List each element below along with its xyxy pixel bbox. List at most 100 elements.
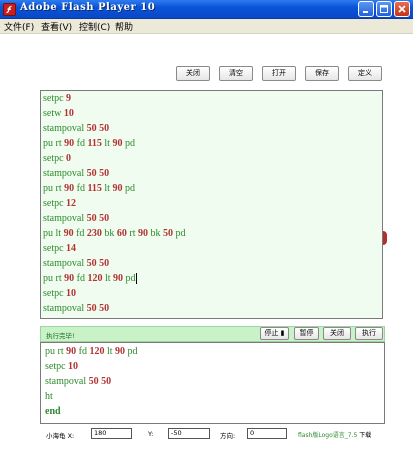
code-command: stampoval — [45, 376, 89, 387]
flash-app-icon — [3, 3, 16, 16]
minimize-icon — [363, 11, 368, 13]
code-command: pd — [122, 138, 135, 149]
code-line: setw 10 — [43, 107, 74, 121]
code-command: ht — [45, 391, 53, 402]
code-number: 90 — [112, 183, 123, 194]
code-number: 10 — [63, 108, 74, 119]
define-button[interactable]: 定义 — [348, 66, 382, 81]
code-command: pd — [125, 346, 138, 357]
maximize-button[interactable] — [376, 1, 392, 17]
menu-help[interactable]: 帮助 — [115, 20, 133, 33]
code-number: 120 — [89, 346, 105, 357]
code-command: rt — [126, 228, 139, 239]
direction-label: 方向: — [220, 432, 236, 440]
code-line: stampoval 50 50 — [43, 167, 109, 181]
menu-file[interactable]: 文件(F) — [4, 20, 34, 33]
code-number: 115 — [87, 138, 102, 149]
code-command: setpc — [43, 198, 67, 209]
code-number: 50 50 — [86, 213, 110, 224]
code-command: pu rt — [45, 346, 67, 357]
menu-bar: 文件(F) 查看(V) 控制(C) 帮助 — [0, 19, 413, 34]
code-command: pu rt — [43, 273, 65, 284]
code-line: setpc 10 — [45, 360, 78, 374]
code-command: pd — [173, 228, 186, 239]
code-number: 0 — [66, 153, 72, 164]
code-line: pu rt 90 fd 120 lt 90 pd — [45, 345, 138, 359]
x-field[interactable]: 180 — [91, 428, 132, 439]
code-command: bk — [101, 228, 117, 239]
code-line: stampoval 50 50 — [45, 375, 111, 389]
code-number: 50 50 — [86, 123, 110, 134]
menu-view[interactable]: 查看(V) — [41, 20, 72, 33]
window-title: Adobe Flash Player 10 — [20, 2, 156, 13]
code-line: setpc 9 — [43, 92, 71, 106]
flash-stage: 关闭 清空 打开 保存 定义 setpc 9 setw 10 stampoval 5… — [0, 34, 413, 451]
code-number: 12 — [66, 198, 77, 209]
code-number: 9 — [66, 93, 72, 104]
status-bar: 执行完毕! 停止 ▮ 暂停 关闭 执行 — [40, 326, 385, 342]
code-line: setpc 10 — [43, 287, 76, 301]
y-field[interactable]: -50 — [168, 428, 210, 439]
clear-button[interactable]: 清空 — [219, 66, 253, 81]
code-command: stampoval — [43, 258, 87, 269]
command-console[interactable]: pu rt 90 fd 120 lt 90 pd setpc 10 stampova… — [40, 342, 385, 424]
run-button[interactable]: 执行 — [355, 327, 383, 340]
code-number: 14 — [66, 243, 77, 254]
code-number: 60 — [116, 228, 127, 239]
code-number: 50 50 — [86, 168, 110, 179]
code-number: 90 — [138, 228, 149, 239]
code-command: fd — [74, 138, 88, 149]
code-command: bk — [148, 228, 164, 239]
code-line: pu rt 90 fd 115 lt 90 pd — [43, 137, 135, 151]
code-command: stampoval — [43, 123, 87, 134]
code-number: 50 50 — [86, 303, 110, 314]
code-command: pu rt — [43, 138, 65, 149]
app-name: flash版Logo语言_7.5 — [298, 432, 358, 439]
download-link[interactable]: 下载 — [359, 432, 371, 439]
save-button[interactable]: 保存 — [305, 66, 339, 81]
code-command: lt — [101, 138, 113, 149]
close-window-button[interactable] — [394, 1, 410, 17]
code-command: lt — [102, 273, 114, 284]
code-command: fd — [74, 183, 88, 194]
code-number: 90 — [113, 273, 124, 284]
pause-button[interactable]: 暂停 — [294, 327, 319, 340]
maximize-icon — [380, 5, 388, 13]
code-command: setpc — [43, 93, 67, 104]
code-command: stampoval — [43, 213, 87, 224]
code-command: pd — [122, 183, 135, 194]
close-icon — [398, 5, 406, 13]
code-command: setpc — [43, 153, 67, 164]
code-command: pu rt — [43, 183, 65, 194]
code-line: stampoval 50 50 — [43, 122, 109, 136]
close-file-button[interactable]: 关闭 — [176, 66, 210, 81]
code-command: setpc — [45, 361, 69, 372]
code-command: end — [45, 406, 61, 417]
code-line: stampoval 50 50 — [43, 212, 109, 226]
minimize-button[interactable] — [358, 1, 374, 17]
app-credit: flash版Logo语言_7.5 下载 — [298, 430, 371, 439]
x-label: 小海龟 X: — [46, 432, 75, 440]
open-button[interactable]: 打开 — [262, 66, 296, 81]
code-number: 230 — [86, 228, 102, 239]
code-number: 50 50 — [86, 258, 110, 269]
code-line: stampoval 50 50 — [43, 257, 109, 271]
code-command: pu lt — [43, 228, 64, 239]
code-line: pu rt 90 fd 115 lt 90 pd — [43, 182, 135, 196]
code-editor[interactable]: setpc 9 setw 10 stampoval 50 50 pu rt 90 fd… — [40, 90, 383, 319]
text-caret — [135, 273, 137, 285]
menu-control[interactable]: 控制(C) — [79, 20, 110, 33]
direction-field[interactable]: 0 — [247, 428, 287, 439]
code-command: fd — [74, 273, 88, 284]
code-number: 90 — [66, 346, 77, 357]
turtle-coordinates-bar: 小海龟 X: 180 Y: -50 方向: 0 flash版Logo语言_7.5… — [40, 427, 385, 443]
stop-button[interactable]: 停止 ▮ — [260, 327, 289, 340]
scroll-handle[interactable] — [383, 231, 387, 245]
close-console-button[interactable]: 关闭 — [323, 327, 351, 340]
code-command: stampoval — [43, 303, 87, 314]
code-number: 90 — [63, 228, 74, 239]
code-number: 10 — [68, 361, 79, 372]
code-number: 90 — [112, 138, 123, 149]
code-command: stampoval — [43, 168, 87, 179]
code-line: ht — [45, 390, 53, 404]
